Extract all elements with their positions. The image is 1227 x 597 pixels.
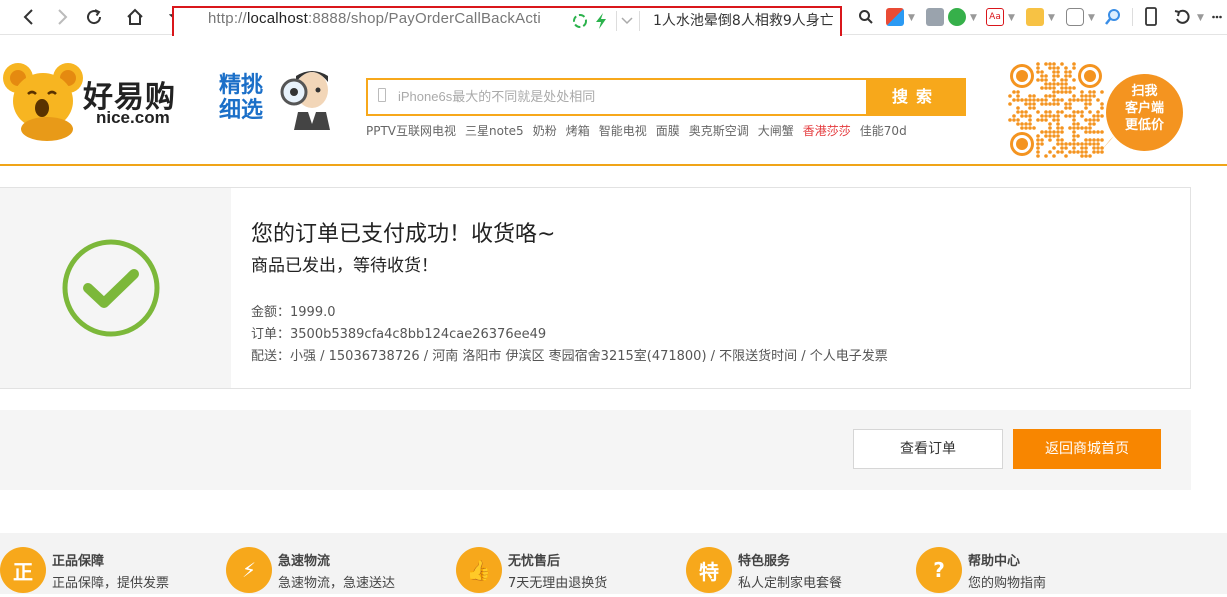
forward-arrow-icon[interactable]: [50, 6, 74, 28]
translate-icon[interactable]: Aa: [986, 8, 1004, 26]
undo-icon[interactable]: [1174, 8, 1192, 26]
service-title: 急速物流: [278, 554, 331, 569]
koala-logo-icon[interactable]: [2, 56, 84, 142]
payment-success-panel: 您的订单已支付成功！收货咯~ 商品已发出，等待收货！ 金额：1999.0 订单：…: [0, 187, 1191, 389]
search-button[interactable]: 搜索: [866, 78, 966, 116]
logo-english[interactable]: nice.com: [96, 108, 170, 128]
recycle-icon: [573, 14, 587, 28]
hot-word-link[interactable]: 香港莎莎: [803, 124, 851, 138]
input-cursor-icon: [378, 88, 386, 102]
service-badge-icon: 👍: [456, 547, 502, 593]
more-icon[interactable]: [1212, 15, 1222, 19]
service-description: 正品保障，提供发票: [52, 576, 170, 591]
service-badge-icon: 特: [686, 547, 732, 593]
home-icon[interactable]: [123, 6, 147, 28]
success-subtitle: 商品已发出，等待收货！: [251, 256, 438, 276]
download-icon[interactable]: [926, 8, 944, 26]
service-badge-icon: ⚡: [226, 547, 272, 593]
phone-icon[interactable]: [1144, 7, 1158, 27]
qr-app-bubble[interactable]: 扫我 客户端 更低价: [1106, 74, 1183, 151]
bubble-tail: [1100, 136, 1114, 152]
success-check-icon: [62, 239, 160, 337]
search-area: iPhone6s最大的不同就是处处相同 搜索: [366, 78, 966, 116]
hot-word-link[interactable]: 智能电视: [599, 124, 647, 138]
promo-banner[interactable]: 精挑 细选: [219, 73, 275, 123]
address-bar[interactable]: http://localhost:8888/shop/PayOrderCallB…: [172, 6, 842, 38]
hot-word-link[interactable]: 佳能70d: [860, 124, 907, 138]
service-badge-icon: ?: [916, 547, 962, 593]
site-header: 好易购 nice.com 精挑 细选 iPhone6s最大的不同就是处处相同 搜…: [0, 36, 1227, 166]
game-icon[interactable]: [1066, 8, 1084, 26]
shield-icon[interactable]: [948, 8, 966, 26]
news-ticker[interactable]: 1人水池晕倒8人相救9人身亡: [653, 10, 834, 30]
reload-icon[interactable]: [82, 6, 106, 28]
view-order-button[interactable]: 查看订单: [853, 429, 1003, 469]
success-title: 您的订单已支付成功！收货咯~: [251, 222, 556, 247]
apps-icon[interactable]: [886, 8, 904, 26]
screenshot-icon[interactable]: [1026, 8, 1044, 26]
order-amount: 金额：1999.0: [251, 305, 336, 320]
search-icon[interactable]: [858, 9, 874, 25]
hot-word-link[interactable]: 三星note5: [465, 124, 524, 138]
search-input[interactable]: iPhone6s最大的不同就是处处相同: [366, 78, 866, 116]
hot-word-link[interactable]: 大闸蟹: [758, 124, 794, 138]
lightning-icon: [596, 13, 606, 29]
hot-word-link[interactable]: PPTV互联网电视: [366, 124, 456, 138]
order-actions-bar: 查看订单 返回商城首页: [0, 410, 1191, 490]
hot-word-link[interactable]: 奥克斯空调: [689, 124, 749, 138]
hot-search-words: PPTV互联网电视 三星note5 奶粉 烤箱 智能电视 面膜 奥克斯空调 大闸蟹 香港莎莎 佳能…: [366, 122, 916, 139]
chevron-down-icon[interactable]: [621, 17, 633, 25]
service-title: 无忧售后: [508, 554, 561, 569]
hot-word-link[interactable]: 烤箱: [566, 124, 590, 138]
back-home-button[interactable]: 返回商城首页: [1013, 429, 1161, 469]
delivery-info: 配送：小强 / 15036738726 / 河南 洛阳市 伊滨区 枣园宿舍321…: [251, 349, 888, 364]
url-text: http://localhost:8888/shop/PayOrderCallB…: [208, 10, 541, 27]
zoom-icon[interactable]: [1104, 8, 1122, 26]
service-description: 急速物流，急速送达: [278, 576, 396, 591]
qr-code-icon: [1008, 62, 1104, 158]
service-title: 正品保障: [52, 554, 105, 569]
success-icon-area: [0, 188, 231, 388]
service-guarantee-strip: 正正品保障正品保障，提供发票 ⚡ 急速物流急速物流，急速送达 👍 无忧售后 7天无理由退换…: [0, 533, 1227, 594]
magnifier-person-icon: [280, 71, 330, 130]
hot-word-link[interactable]: 面膜: [656, 124, 680, 138]
service-description: 私人定制家电套餐: [738, 576, 843, 591]
browser-toolbar: http://localhost:8888/shop/PayOrderCallB…: [0, 0, 1227, 38]
service-description: 您的购物指南: [968, 576, 1047, 591]
back-arrow-icon[interactable]: [17, 6, 41, 28]
order-number: 订单：3500b5389cfa4c8bb124cae26376ee49: [251, 327, 547, 342]
hot-word-link[interactable]: 奶粉: [533, 124, 557, 138]
service-title: 特色服务: [738, 554, 791, 569]
service-title: 帮助中心: [968, 554, 1021, 569]
service-badge-icon: 正: [0, 547, 46, 593]
service-description: 7天无理由退换货: [508, 576, 608, 591]
